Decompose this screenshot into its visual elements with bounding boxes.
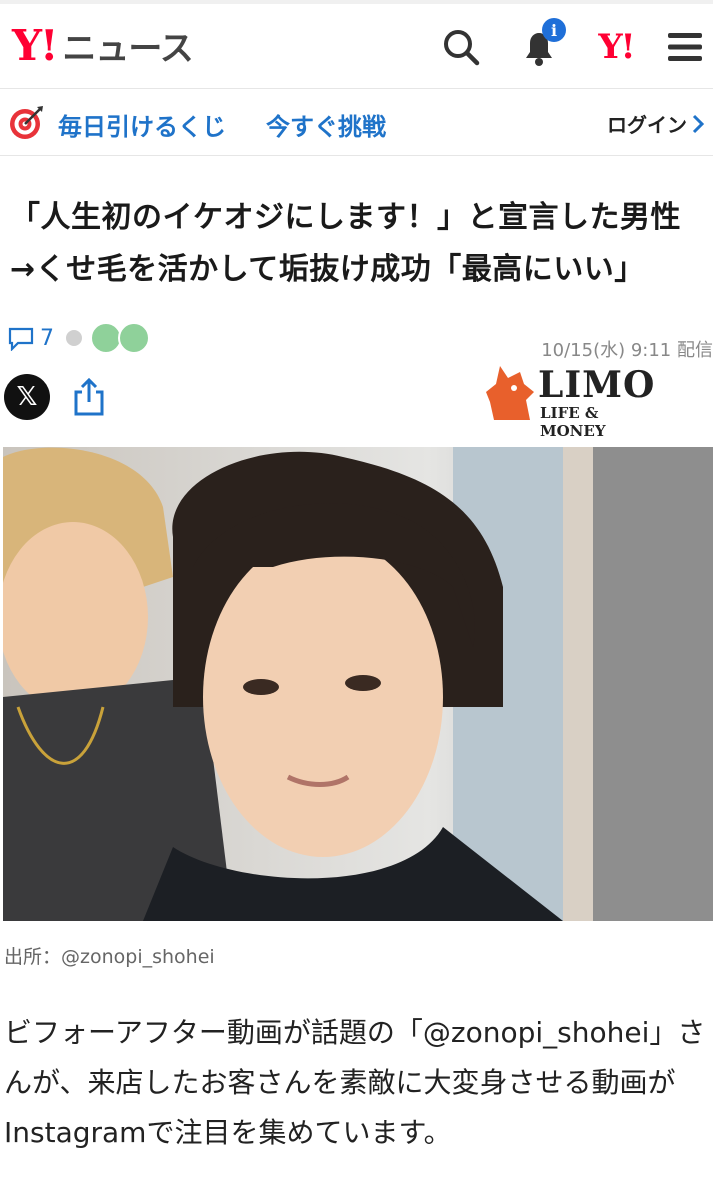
photo-illustration bbox=[3, 447, 713, 921]
search-button[interactable] bbox=[438, 24, 484, 70]
comment-link[interactable]: 7 bbox=[8, 326, 54, 351]
yahoo-japan-logo: Y! bbox=[598, 27, 635, 67]
chevron-right-icon bbox=[692, 114, 705, 133]
publish-date: 10/15(水) 9:11 配信 bbox=[541, 340, 713, 361]
source-tagline: LIFE & MONEY bbox=[540, 404, 606, 440]
comment-count: 7 bbox=[40, 326, 54, 351]
article-body: ビフォーアフター動画が話題の「@zonopi_shohei」さんが、来店したお客… bbox=[4, 1016, 706, 1149]
lottery-text[interactable]: 毎日引けるくじ bbox=[58, 107, 226, 142]
yahoo-news-logo[interactable]: Y! ニュース bbox=[12, 20, 194, 70]
logo-text: ニュース bbox=[62, 28, 193, 69]
notification-button[interactable]: i bbox=[516, 18, 566, 70]
share-icon[interactable] bbox=[70, 376, 108, 418]
article-photo[interactable] bbox=[3, 447, 713, 921]
hamburger-menu-icon bbox=[668, 33, 702, 61]
reaction-faces[interactable] bbox=[64, 322, 150, 354]
source-logo[interactable]: LIMO LIFE & MONEY bbox=[486, 362, 666, 440]
reaction-icon-grey bbox=[64, 328, 84, 348]
source-name: LIMO bbox=[538, 364, 656, 406]
login-label: ログイン bbox=[607, 113, 687, 137]
comment-icon bbox=[8, 327, 34, 351]
share-x-button[interactable]: 𝕏 bbox=[4, 374, 50, 420]
logo-mark: Y! bbox=[12, 20, 58, 70]
reaction-icon-smile bbox=[118, 322, 150, 354]
site-header: Y! ニュース i Y! bbox=[0, 4, 713, 89]
login-link[interactable]: ログイン bbox=[607, 109, 705, 138]
x-icon: 𝕏 bbox=[16, 382, 38, 412]
lottery-cta[interactable]: 今すぐ挑戦 bbox=[266, 107, 386, 142]
menu-button[interactable] bbox=[662, 24, 708, 70]
photo-caption: 出所：@zonopi_shohei bbox=[4, 946, 215, 968]
article-title: 「人生初のイケオジにします！」と宣言した男性→くせ毛を活かして垢抜け成功「最高に… bbox=[10, 200, 681, 288]
yahoo-japan-link[interactable]: Y! bbox=[588, 24, 644, 70]
lottery-banner[interactable]: 毎日引けるくじ 今すぐ挑戦 ログイン bbox=[0, 89, 713, 156]
notification-badge: i bbox=[542, 18, 566, 42]
search-icon bbox=[444, 30, 480, 66]
target-icon bbox=[10, 106, 43, 139]
limo-fox-icon bbox=[486, 366, 534, 420]
